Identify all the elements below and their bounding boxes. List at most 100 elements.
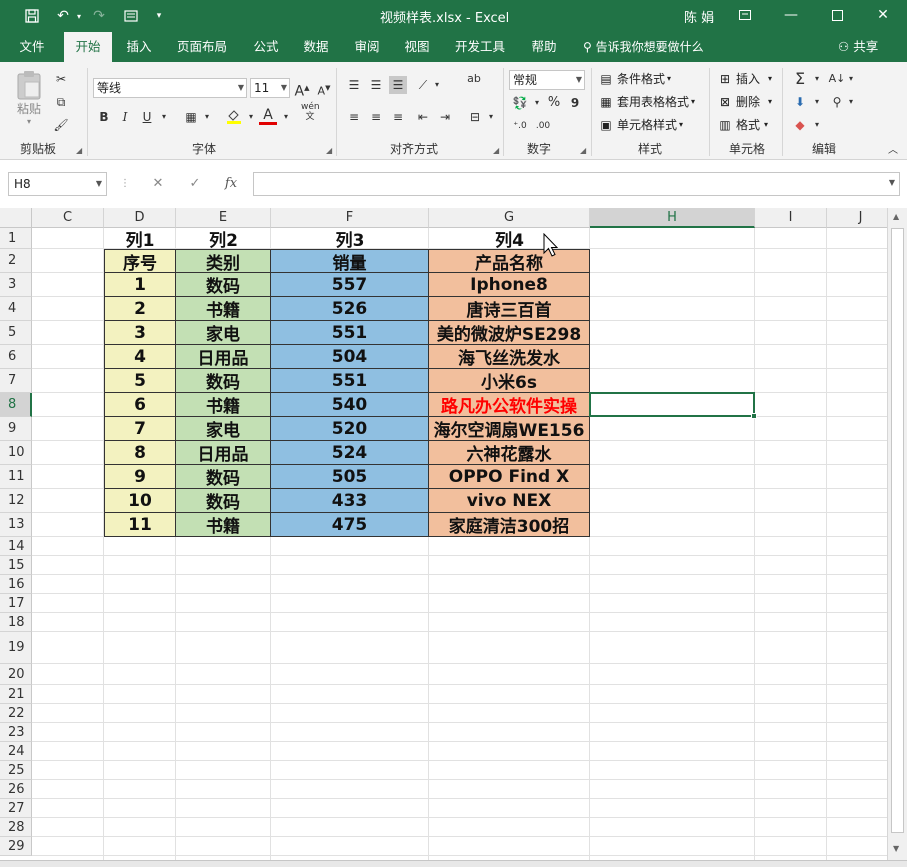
insert-function-button[interactable]: fx xyxy=(219,172,243,196)
fill-dropdown-icon[interactable]: ▾ xyxy=(242,108,260,126)
row-header-6[interactable]: 6 xyxy=(0,345,32,369)
row-header-22[interactable]: 22 xyxy=(0,704,32,723)
clear-dropdown-icon[interactable]: ▾ xyxy=(808,116,826,134)
column-header-d[interactable]: D xyxy=(104,208,176,228)
ribbon-display-icon[interactable] xyxy=(730,4,760,26)
cell-f4[interactable]: 526 xyxy=(271,297,429,321)
border-dropdown-icon[interactable]: ▾ xyxy=(198,108,216,126)
number-launcher-icon[interactable]: ◢ xyxy=(580,146,586,155)
cell-d3[interactable]: 1 xyxy=(104,273,176,297)
name-box[interactable]: H8 ▼ xyxy=(8,172,107,196)
cell-e5[interactable]: 家电 xyxy=(176,321,271,345)
row-header-1[interactable]: 1 xyxy=(0,228,32,249)
worksheet-grid[interactable]: C D E F G H I J 1 2 3 4 5 6 7 8 9 10 11 12 13 14 15 16 17 18 19 20 2… xyxy=(0,208,887,860)
row-header-23[interactable]: 23 xyxy=(0,723,32,742)
row-header-20[interactable]: 20 xyxy=(0,664,32,685)
cell-g12[interactable]: vivo NEX xyxy=(429,489,590,513)
row-header-27[interactable]: 27 xyxy=(0,799,32,818)
tab-review[interactable]: 审阅 xyxy=(343,32,391,62)
undo-dropdown-icon[interactable]: ▾ xyxy=(68,6,90,26)
align-bottom-icon[interactable]: ☰ xyxy=(389,76,407,94)
autosum-icon[interactable]: Σ xyxy=(791,70,809,88)
cell-d12[interactable]: 10 xyxy=(104,489,176,513)
row-header-2[interactable]: 2 xyxy=(0,249,32,273)
row-header-8[interactable]: 8 xyxy=(0,393,32,417)
row-header-24[interactable]: 24 xyxy=(0,742,32,761)
clipboard-launcher-icon[interactable]: ◢ xyxy=(76,146,82,155)
save-icon[interactable] xyxy=(21,6,43,26)
collapse-ribbon-icon[interactable]: ︿ xyxy=(884,142,902,160)
cell-d13[interactable]: 11 xyxy=(104,513,176,537)
format-painter-icon[interactable]: 🖌 xyxy=(52,116,70,134)
column-header-f[interactable]: F xyxy=(271,208,429,228)
cell-d6[interactable]: 4 xyxy=(104,345,176,369)
cell-d8[interactable]: 6 xyxy=(104,393,176,417)
cell-f7[interactable]: 551 xyxy=(271,369,429,393)
cell-f2[interactable]: 销量 xyxy=(271,249,429,273)
scroll-thumb[interactable] xyxy=(891,228,904,833)
row-header-15[interactable]: 15 xyxy=(0,556,32,575)
row-header-29[interactable]: 29 xyxy=(0,837,32,856)
row-header-19[interactable]: 19 xyxy=(0,632,32,664)
cell-d10[interactable]: 8 xyxy=(104,441,176,465)
merge-dropdown-icon[interactable]: ▾ xyxy=(482,108,500,126)
cell-g5[interactable]: 美的微波炉SE298 xyxy=(429,321,590,345)
redo-icon[interactable]: ↷ xyxy=(88,6,110,26)
tab-data[interactable]: 数据 xyxy=(292,32,340,62)
tab-help[interactable]: 帮助 xyxy=(520,32,568,62)
tab-file[interactable]: 文件 xyxy=(8,32,56,62)
number-format-combo[interactable]: 常规 ▼ xyxy=(509,70,585,90)
tell-me-search[interactable]: ⚲ 告诉我你想要做什么 xyxy=(583,32,704,62)
orientation-dropdown-icon[interactable]: ▾ xyxy=(428,76,446,94)
cell-g10[interactable]: 六神花露水 xyxy=(429,441,590,465)
row-header-4[interactable]: 4 xyxy=(0,297,32,321)
row-header-18[interactable]: 18 xyxy=(0,613,32,632)
accounting-dropdown-icon[interactable]: ▾ xyxy=(528,94,546,112)
cell-e3[interactable]: 数码 xyxy=(176,273,271,297)
fill-dropdown-icon[interactable]: ▾ xyxy=(808,93,826,111)
cell-e7[interactable]: 数码 xyxy=(176,369,271,393)
autosum-dropdown-icon[interactable]: ▾ xyxy=(808,70,826,88)
close-icon[interactable]: ✕ xyxy=(868,4,898,26)
row-header-3[interactable]: 3 xyxy=(0,273,32,297)
alignment-launcher-icon[interactable]: ◢ xyxy=(493,146,499,155)
row-header-17[interactable]: 17 xyxy=(0,594,32,613)
fill-color-icon[interactable] xyxy=(225,108,243,126)
delete-cells-button[interactable]: ⊠ 删除 ▾ xyxy=(717,93,772,110)
column-header-j[interactable]: J xyxy=(827,208,887,228)
cell-g13[interactable]: 家庭清洁300招 xyxy=(429,513,590,537)
row-header-7[interactable]: 7 xyxy=(0,369,32,393)
cell-e8[interactable]: 书籍 xyxy=(176,393,271,417)
row-header-11[interactable]: 11 xyxy=(0,465,32,489)
copy-icon[interactable]: ⧉ xyxy=(52,93,70,111)
cell-e13[interactable]: 书籍 xyxy=(176,513,271,537)
row-header-28[interactable]: 28 xyxy=(0,818,32,837)
cell-e1[interactable]: 列2 xyxy=(176,228,271,249)
format-as-table-button[interactable]: ▦ 套用表格格式 ▾ xyxy=(598,93,695,110)
decrease-decimal-icon[interactable]: .00 xyxy=(534,117,552,135)
insert-cells-button[interactable]: ⊞ 插入 ▾ xyxy=(717,70,772,87)
row-header-12[interactable]: 12 xyxy=(0,489,32,513)
cell-f3[interactable]: 557 xyxy=(271,273,429,297)
fill-handle[interactable] xyxy=(751,413,757,419)
align-top-icon[interactable]: ☰ xyxy=(345,76,363,94)
expand-formula-icon[interactable]: ▼ xyxy=(889,178,895,187)
cell-g4[interactable]: 唐诗三百首 xyxy=(429,297,590,321)
align-center-icon[interactable]: ≡ xyxy=(367,108,385,126)
user-name[interactable]: 陈 娟 xyxy=(684,7,714,26)
cell-e6[interactable]: 日用品 xyxy=(176,345,271,369)
cell-d1[interactable]: 列1 xyxy=(104,228,176,249)
align-right-icon[interactable]: ≡ xyxy=(389,108,407,126)
cell-g7[interactable]: 小米6s xyxy=(429,369,590,393)
cell-d4[interactable]: 2 xyxy=(104,297,176,321)
cell-g1[interactable]: 列4 xyxy=(429,228,590,249)
cell-f6[interactable]: 504 xyxy=(271,345,429,369)
font-name-combo[interactable]: 等线 ▼ xyxy=(93,78,247,98)
fill-down-icon[interactable]: ⬇ xyxy=(791,93,809,111)
cell-d11[interactable]: 9 xyxy=(104,465,176,489)
vertical-scrollbar[interactable]: ▲ ▼ xyxy=(887,208,907,860)
customize-toolbar-icon[interactable]: ▾ xyxy=(148,6,170,26)
percent-button[interactable]: % xyxy=(545,94,563,112)
tab-developer[interactable]: 开发工具 xyxy=(448,32,512,62)
underline-dropdown-icon[interactable]: ▾ xyxy=(155,108,173,126)
